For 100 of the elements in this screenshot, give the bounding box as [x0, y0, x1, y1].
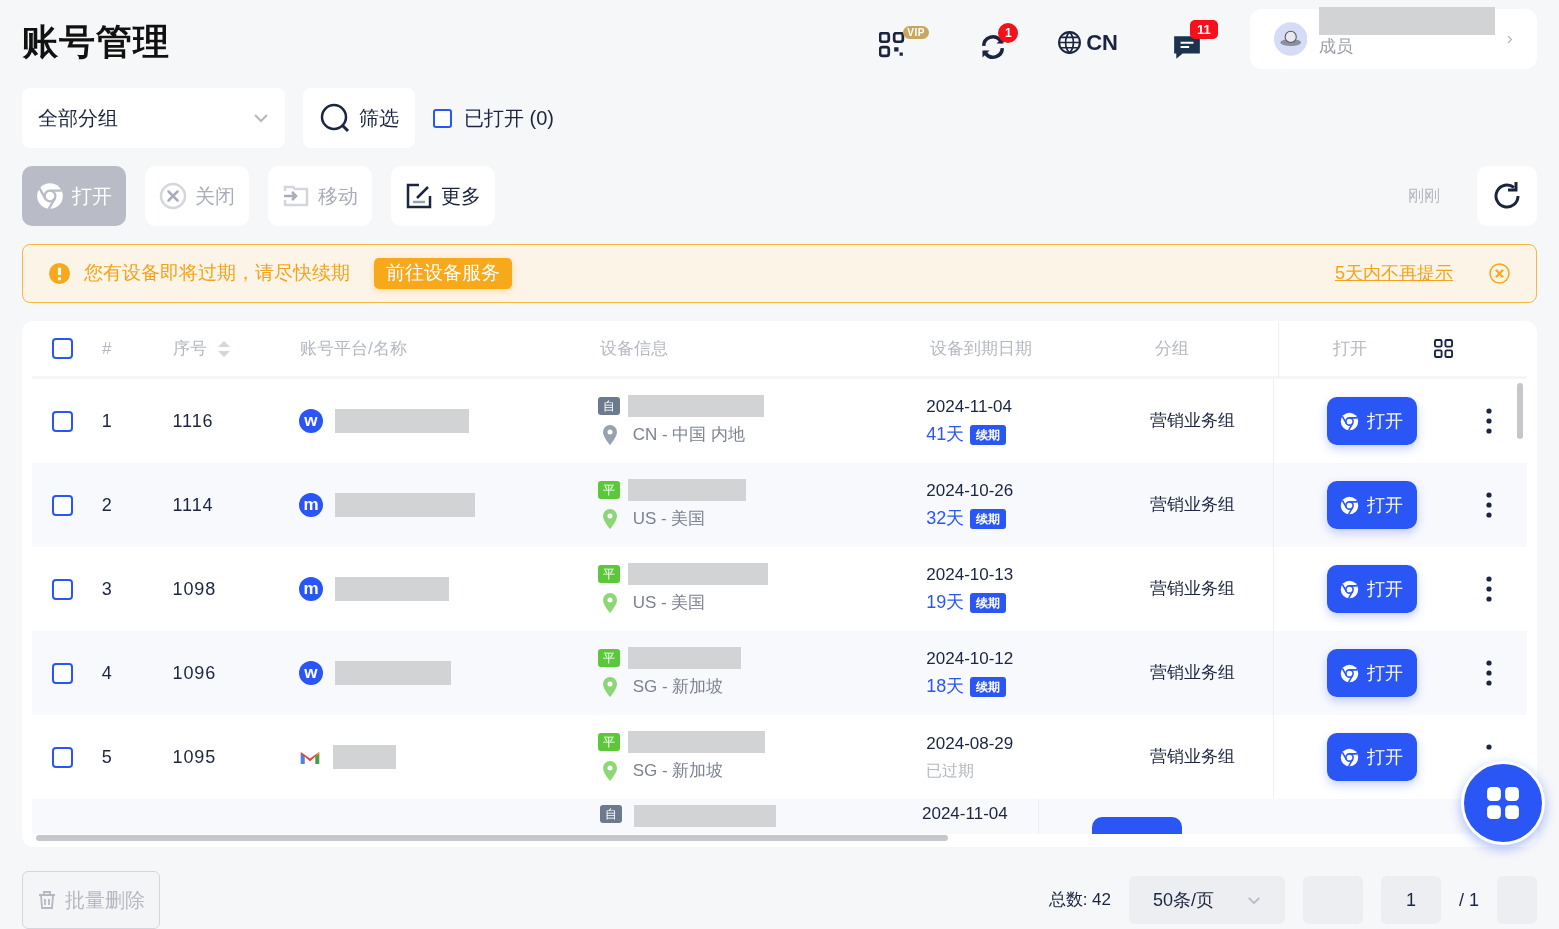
page-count: / 1 [1459, 888, 1479, 912]
renew-button[interactable]: 续期 [970, 676, 1007, 697]
messages-button[interactable]: 11 [1172, 20, 1220, 62]
device-type-tag: 平 [597, 732, 620, 751]
group-name: 营销业务组 [1150, 662, 1237, 685]
browser-icon [36, 182, 64, 210]
group-select[interactable]: 全部分组 [22, 88, 285, 148]
alert-message: 您有设备即将过期，请尽快续期 [84, 261, 350, 286]
column-header: 设备到期日期 [930, 337, 1033, 360]
horizontal-scrollbar[interactable] [36, 835, 948, 841]
checkbox[interactable] [52, 662, 73, 684]
language-button[interactable]: CN [1057, 25, 1118, 59]
checkbox[interactable] [52, 578, 73, 600]
device-location: US - 美国 [632, 591, 706, 614]
group-name: 营销业务组 [1150, 746, 1237, 769]
refresh-button[interactable] [1477, 166, 1537, 226]
chevron-down-icon [1247, 895, 1261, 905]
vip-badge: VIP [903, 26, 929, 39]
group-name: 营销业务组 [1150, 410, 1237, 433]
more-vertical-icon[interactable] [1485, 576, 1492, 602]
page-title: 账号管理 [22, 20, 170, 64]
open-button[interactable]: 打开 [1326, 397, 1417, 445]
grid-icon[interactable] [1434, 339, 1453, 358]
serial-number: 1116 [172, 409, 215, 433]
serial-number: 1114 [172, 493, 215, 517]
expiry-date: 2024-10-13 [926, 563, 1015, 586]
renew-button[interactable]: 续期 [970, 424, 1007, 445]
redacted-bar [332, 745, 396, 769]
device-type-tag: 平 [597, 480, 620, 499]
device-type-tag: 自 [597, 396, 620, 415]
platform-logo: m [298, 493, 323, 517]
vertical-scrollbar[interactable] [1517, 383, 1523, 439]
page-size-select[interactable]: 50条/页 [1129, 876, 1285, 924]
expiry-date: 2024-11-04 [922, 805, 1008, 823]
more-vertical-icon[interactable] [1485, 492, 1492, 518]
browser-icon [1340, 495, 1360, 515]
expired-status: 已过期 [926, 760, 976, 781]
location-pin-icon [602, 592, 617, 613]
group-name: 营销业务组 [1150, 494, 1237, 517]
location-pin-icon [602, 424, 617, 445]
user-role: 成员 [1319, 36, 1355, 58]
platform-logo: m [298, 577, 323, 601]
apps-icon [1486, 786, 1520, 820]
sync-button[interactable]: 1 [979, 23, 1018, 61]
row-index: 5 [101, 745, 113, 769]
more-button[interactable]: 更多 [391, 166, 495, 226]
renew-button[interactable]: 续期 [970, 592, 1007, 613]
days-remaining: 41天 [926, 423, 965, 447]
expiry-date: 2024-10-26 [926, 479, 1015, 502]
days-remaining: 18天 [926, 675, 965, 699]
row-index: 2 [101, 493, 113, 517]
open-button[interactable]: 打开 [1326, 481, 1417, 529]
platform-logo: w [298, 409, 323, 433]
more-vertical-icon[interactable] [1485, 408, 1492, 434]
checkbox[interactable] [52, 494, 73, 516]
browser-icon [1340, 411, 1360, 431]
trash-icon [37, 890, 57, 910]
checkbox[interactable] [52, 746, 73, 768]
column-header: 账号平台/名称 [300, 337, 408, 360]
row-index: 3 [101, 577, 113, 601]
device-location: SG - 新加坡 [632, 759, 724, 782]
row-index: 1 [101, 409, 113, 433]
checkbox[interactable] [52, 410, 73, 432]
column-header: 打开 [1278, 321, 1418, 378]
device-location: CN - 中国 内地 [632, 423, 746, 446]
warning-icon [49, 263, 70, 284]
open-button[interactable]: 打开 [1326, 733, 1417, 781]
notification-badge: 11 [1190, 20, 1218, 39]
serial-number: 1098 [172, 577, 218, 601]
column-header: 设备信息 [600, 337, 669, 360]
filter-button[interactable]: 筛选 [303, 88, 415, 148]
device-type-tag: 平 [597, 564, 620, 583]
browser-icon [1340, 663, 1360, 683]
open-button[interactable]: 打开 [1326, 649, 1417, 697]
serial-number: 1096 [172, 661, 218, 685]
expiry-date: 2024-10-12 [926, 647, 1015, 670]
chevron-down-icon [253, 113, 269, 123]
expiry-date: 2024-11-04 [926, 395, 1013, 418]
device-type-tag: 自 [600, 805, 622, 823]
serial-number: 1095 [172, 745, 218, 769]
location-pin-icon [602, 676, 617, 697]
edit-icon [405, 182, 433, 210]
renew-button[interactable]: 续期 [970, 508, 1007, 529]
column-header: 分组 [1155, 337, 1190, 360]
device-location: SG - 新加坡 [632, 675, 724, 698]
platform-logo: w [298, 661, 323, 685]
page-input[interactable]: 1 [1381, 876, 1441, 924]
qr-code-icon [879, 32, 906, 58]
more-vertical-icon[interactable] [1485, 744, 1492, 750]
location-pin-icon [602, 508, 617, 529]
browser-icon [1340, 747, 1360, 767]
refresh-time: 刚刚 [1408, 186, 1440, 206]
open-button[interactable]: 打开 [1326, 565, 1417, 613]
row-index: 4 [101, 661, 113, 685]
group-name: 营销业务组 [1150, 578, 1237, 601]
more-vertical-icon[interactable] [1485, 660, 1492, 686]
expiry-date: 2024-08-29 [926, 733, 1015, 756]
device-location: US - 美国 [632, 507, 706, 530]
checkbox[interactable] [52, 338, 73, 359]
opened-filter-checkbox[interactable]: 已打开 (0) [433, 103, 554, 133]
